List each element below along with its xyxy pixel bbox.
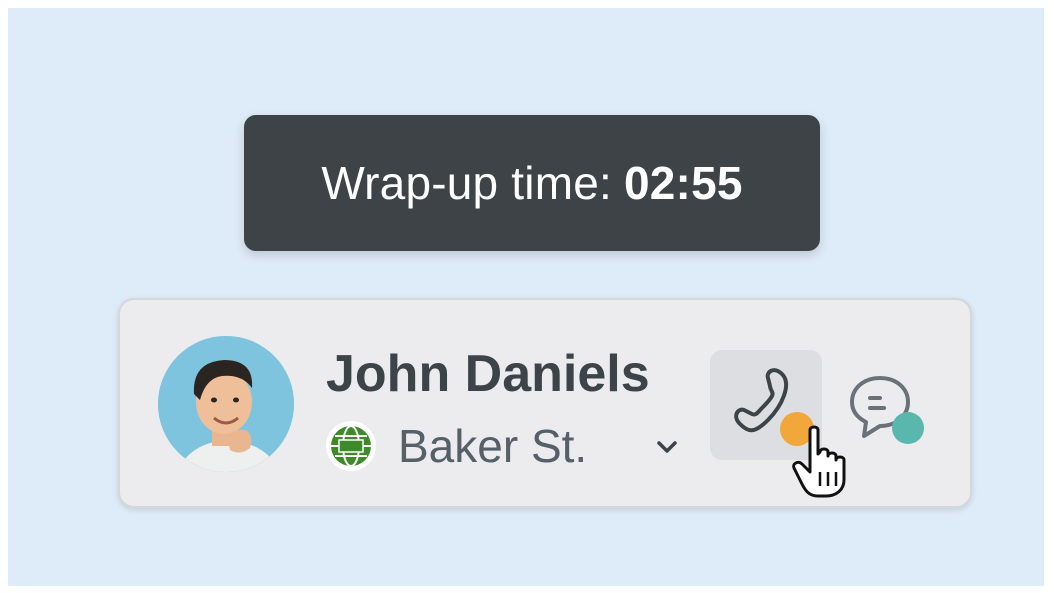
wrap-up-timer: 02:55 xyxy=(623,157,743,209)
canvas: Wrap-up time: 02:55 John Daniels Baker S… xyxy=(8,8,1044,586)
chat-status-dot xyxy=(892,412,924,444)
agent-status-card: John Daniels Baker St. xyxy=(118,298,972,508)
tooltip-label: Wrap-up time: xyxy=(321,157,612,209)
location-label: Baker St. xyxy=(398,420,588,472)
wrap-up-tooltip: Wrap-up time: 02:55 xyxy=(244,115,820,251)
location-row: Baker St. xyxy=(326,418,587,474)
globe-icon xyxy=(326,421,376,471)
agent-name: John Daniels xyxy=(326,345,650,403)
avatar xyxy=(158,336,294,472)
location-dropdown-chevron-icon[interactable] xyxy=(650,432,684,462)
hand-pointer-cursor-icon xyxy=(790,424,860,500)
